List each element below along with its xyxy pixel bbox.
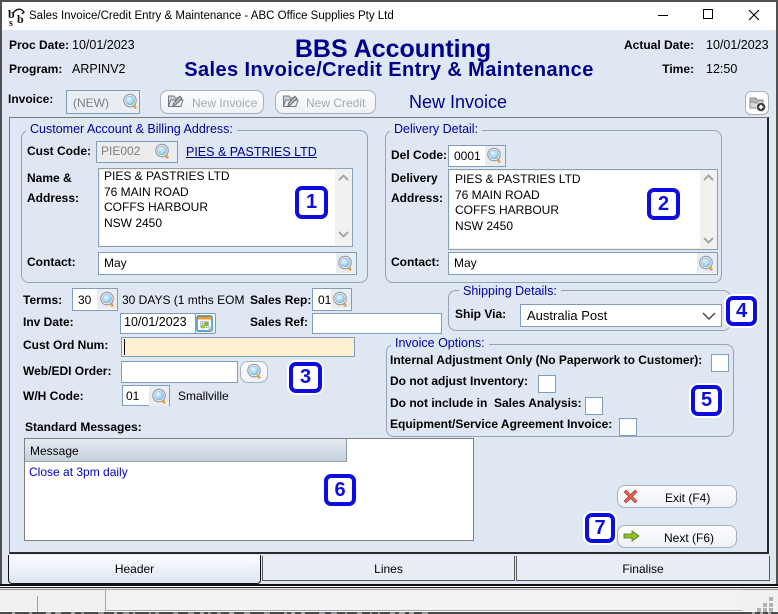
- svg-text:s: s: [9, 18, 13, 26]
- svg-text:b: b: [17, 12, 24, 26]
